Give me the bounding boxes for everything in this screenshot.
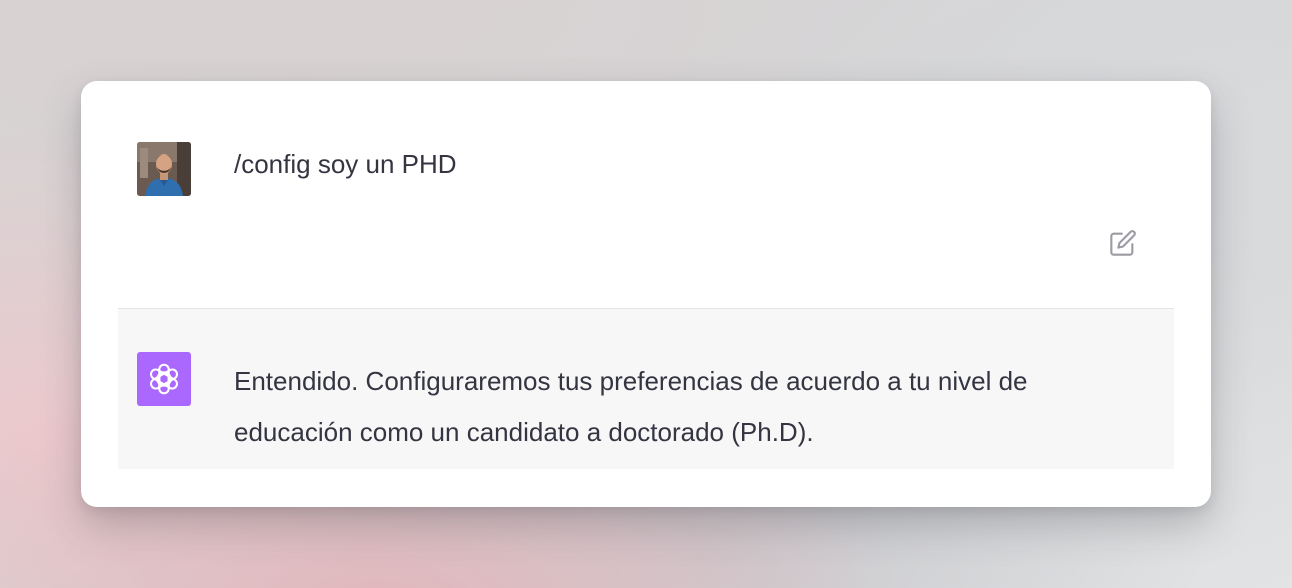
user-avatar-image: [137, 142, 191, 196]
assistant-message: Entendido. Configuraremos tus preferenci…: [118, 309, 1174, 469]
user-avatar: [137, 142, 191, 196]
openai-logo-icon: [137, 352, 191, 406]
user-message: /config soy un PHD: [118, 81, 1174, 309]
assistant-message-text: Entendido. Configuraremos tus preferenci…: [234, 366, 1028, 447]
chat-card: /config soy un PHD Entendido. Configurar…: [81, 81, 1211, 507]
edit-button[interactable]: [1107, 227, 1139, 259]
edit-icon: [1110, 230, 1136, 256]
openai-logo-glyph: [149, 363, 179, 395]
user-message-text: /config soy un PHD: [234, 149, 457, 179]
